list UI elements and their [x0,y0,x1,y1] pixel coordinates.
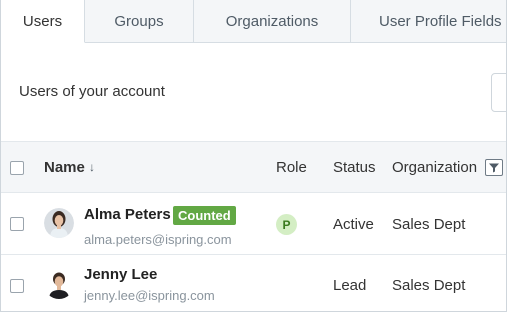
table-row[interactable]: Jenny Lee jenny.lee@ispring.com Lead Sal… [1,255,506,311]
select-all-checkbox[interactable] [10,161,24,175]
row-checkbox[interactable] [10,279,24,293]
tab-organizations[interactable]: Organizations [194,0,351,43]
table-row[interactable]: Alma Peters Counted alma.peters@ispring.… [1,193,506,255]
sort-arrow-icon[interactable]: ↓ [89,160,95,174]
user-name[interactable]: Jenny Lee [84,266,157,283]
role-badge: P [276,214,297,235]
organization-text: Sales Dept [392,277,466,294]
table-header: Name ↓ Role Status Organization [1,141,506,193]
avatar [44,269,74,299]
status-text: Active [333,216,374,233]
tab-users[interactable]: Users [1,0,85,43]
row-checkbox[interactable] [10,217,24,231]
tab-user-profile-fields[interactable]: User Profile Fields [351,0,506,43]
column-header-role: Role [276,159,307,176]
user-email: alma.peters@ispring.com [84,232,232,247]
column-header-organization: Organization [392,159,478,176]
counted-badge: Counted [173,206,236,225]
column-header-name[interactable]: Name [44,159,85,176]
status-text: Lead [333,277,367,294]
tab-groups[interactable]: Groups [85,0,194,43]
column-header-status: Status [333,159,376,176]
user-email: jenny.lee@ispring.com [84,288,215,303]
toolbar-control[interactable] [491,73,506,112]
user-name[interactable]: Alma Peters [84,206,171,223]
users-panel: Users Groups Organizations User Profile … [0,0,507,312]
avatar [44,208,74,238]
filter-icon[interactable] [485,159,503,176]
tab-bar: Users Groups Organizations User Profile … [1,0,506,43]
organization-text: Sales Dept [392,216,466,233]
page-title: Users of your account [19,83,165,100]
